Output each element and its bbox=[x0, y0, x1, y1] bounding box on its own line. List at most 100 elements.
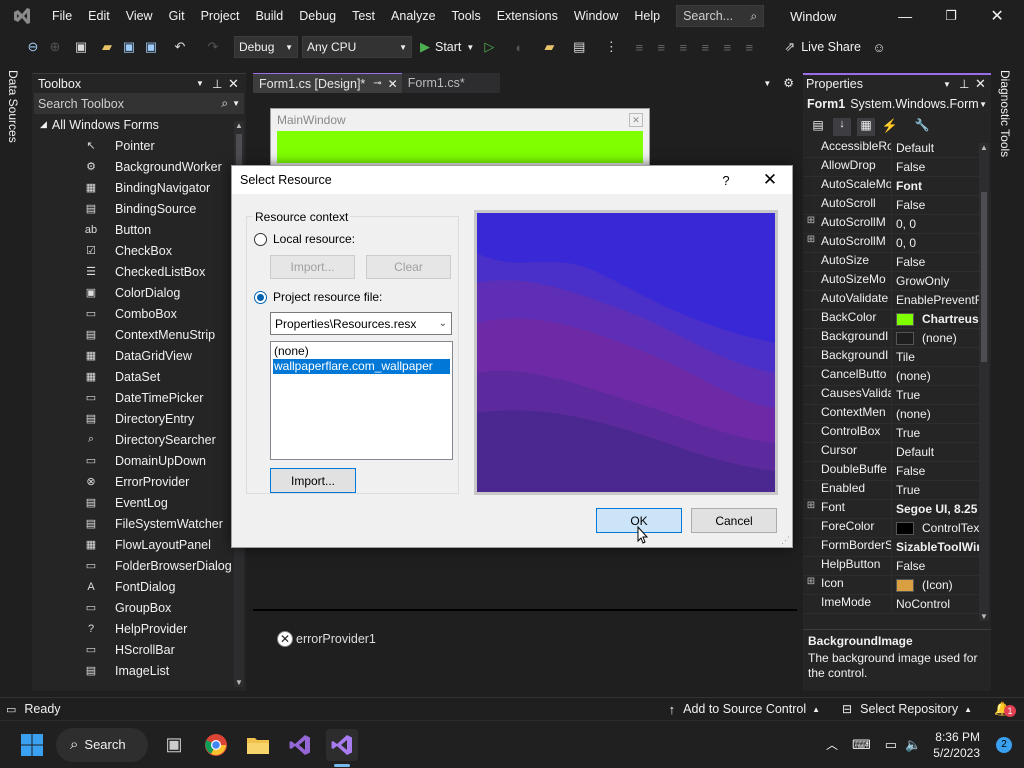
minimize-button[interactable]: — bbox=[882, 8, 928, 24]
align-top-icon[interactable]: ≡ bbox=[694, 36, 716, 58]
property-row[interactable]: FormBorderS SizableToolWin bbox=[803, 538, 979, 557]
align-left-icon[interactable]: ≡ bbox=[628, 36, 650, 58]
toolbox-item[interactable]: ⊗ ErrorProvider bbox=[32, 471, 246, 492]
property-row[interactable]: ControlBox True bbox=[803, 424, 979, 443]
tab-form1-design[interactable]: Form1.cs [Design]* ⊸ ✕ bbox=[253, 73, 402, 93]
toolbox-item[interactable]: ▤ EventLog bbox=[32, 492, 246, 513]
property-value-cell[interactable]: Default bbox=[891, 443, 979, 461]
menu-file[interactable]: File bbox=[44, 0, 80, 32]
toolbox-item[interactable]: ? HelpProvider bbox=[32, 618, 246, 639]
toolbox-item[interactable]: ▭ ComboBox bbox=[32, 303, 246, 324]
toolbox-item[interactable]: ▭ HScrollBar bbox=[32, 639, 246, 660]
scroll-up-icon[interactable]: ▲ bbox=[234, 121, 244, 130]
menu-tools[interactable]: Tools bbox=[444, 0, 489, 32]
feedback-icon[interactable]: ☺ bbox=[861, 36, 897, 58]
local-resource-radio[interactable]: Local resource: bbox=[254, 232, 355, 246]
maximize-button[interactable]: ❐ bbox=[928, 8, 974, 24]
toolbox-item[interactable]: ☑ CheckBox bbox=[32, 240, 246, 261]
scroll-thumb[interactable] bbox=[981, 192, 987, 362]
events-icon[interactable]: ⚡ bbox=[881, 118, 899, 136]
property-row[interactable]: AutoScaleMo Font bbox=[803, 177, 979, 196]
property-value-cell[interactable]: (Icon) bbox=[891, 576, 979, 594]
pin-icon[interactable]: ⊸ bbox=[373, 78, 381, 89]
scroll-down-icon[interactable]: ▼ bbox=[979, 612, 989, 621]
dropdown-icon[interactable]: ▼ bbox=[196, 79, 212, 88]
pin-icon[interactable]: ⊥ bbox=[212, 77, 228, 91]
property-row[interactable]: HelpButton False bbox=[803, 557, 979, 576]
select-repository-button[interactable]: ⊟ Select Repository ▲ bbox=[842, 702, 972, 716]
property-value-cell[interactable]: 0, 0 bbox=[891, 234, 979, 252]
resx-dropdown[interactable]: Properties\Resources.resx ⌄ bbox=[270, 312, 452, 335]
property-row[interactable]: ContextMen (none) bbox=[803, 405, 979, 424]
property-row[interactable]: AutoScroll False bbox=[803, 196, 979, 215]
toolbox-item[interactable]: ▭ DateTimePicker bbox=[32, 387, 246, 408]
toolbox-category[interactable]: ◢ All Windows Forms bbox=[32, 114, 246, 135]
clear-button[interactable]: Clear bbox=[366, 255, 451, 279]
toolbox-item[interactable]: ▣ ColorDialog bbox=[32, 282, 246, 303]
project-resource-radio[interactable]: Project resource file: bbox=[254, 290, 382, 304]
property-row[interactable]: ForeColor ControlTex bbox=[803, 519, 979, 538]
menu-edit[interactable]: Edit bbox=[80, 0, 118, 32]
forward-icon[interactable]: ⊕ bbox=[44, 36, 66, 58]
align-middle-icon[interactable]: ≡ bbox=[716, 36, 738, 58]
cancel-button[interactable]: Cancel bbox=[691, 508, 777, 533]
toolbox-item[interactable]: ⌕ DirectorySearcher bbox=[32, 429, 246, 450]
properties-scrollbar[interactable]: ▲ ▼ bbox=[979, 143, 989, 621]
tab-list-dropdown-icon[interactable]: ▼ bbox=[763, 79, 771, 88]
resource-list-item[interactable]: wallpaperflare.com_wallpaper bbox=[273, 359, 450, 374]
properties-icon[interactable]: ▦ bbox=[857, 118, 875, 136]
property-value-cell[interactable]: GrowOnly bbox=[891, 272, 979, 290]
local-import-button[interactable]: Import... bbox=[270, 255, 355, 279]
property-value-cell[interactable]: 0, 0 bbox=[891, 215, 979, 233]
align-center-icon[interactable]: ≡ bbox=[650, 36, 672, 58]
property-row[interactable]: AccessibleRo Default bbox=[803, 139, 979, 158]
folder-icon[interactable]: ▰ bbox=[534, 36, 564, 58]
property-value-cell[interactable]: Default bbox=[891, 139, 979, 157]
toolbox-item[interactable]: A FontDialog bbox=[32, 576, 246, 597]
toolbox-item[interactable]: ▭ DomainUpDown bbox=[32, 450, 246, 471]
property-value-cell[interactable]: EnablePreventF bbox=[891, 291, 979, 309]
property-row[interactable]: BackgroundI Tile bbox=[803, 348, 979, 367]
property-row[interactable]: ⊞ Font Segoe UI, 8.25 bbox=[803, 500, 979, 519]
toolbox-item[interactable]: ▤ ImageList bbox=[32, 660, 246, 681]
toolbox-item[interactable]: ▤ FileSystemWatcher bbox=[32, 513, 246, 534]
vs-logo-icon[interactable] bbox=[0, 6, 44, 26]
object-selector[interactable]: Form1 System.Windows.Forms ▼ bbox=[803, 93, 991, 115]
scroll-up-icon[interactable]: ▲ bbox=[979, 143, 989, 152]
toolbox-item[interactable]: ▦ BindingNavigator bbox=[32, 177, 246, 198]
resource-list[interactable]: (none) wallpaperflare.com_wallpaper bbox=[270, 341, 453, 460]
property-value-cell[interactable]: True bbox=[891, 481, 979, 499]
notification-badge[interactable]: 2 bbox=[996, 736, 1012, 753]
live-share-button[interactable]: ⇗ Live Share bbox=[784, 36, 861, 58]
expand-icon[interactable]: ⊞ bbox=[803, 576, 819, 594]
diagnostic-tools-tab[interactable]: Diagnostic Tools bbox=[998, 70, 1018, 166]
property-value-cell[interactable]: (none) bbox=[891, 329, 979, 347]
property-value-cell[interactable]: True bbox=[891, 424, 979, 442]
property-value-cell[interactable]: Tile bbox=[891, 348, 979, 366]
toolbox-item[interactable]: ▦ FlowLayoutPanel bbox=[32, 534, 246, 555]
property-value-cell[interactable]: Font bbox=[891, 177, 979, 195]
property-row[interactable]: CancelButto (none) bbox=[803, 367, 979, 386]
expand-icon[interactable]: ⊞ bbox=[803, 500, 819, 518]
menu-project[interactable]: Project bbox=[193, 0, 248, 32]
taskbar-search[interactable]: ⌕ Search bbox=[56, 727, 148, 762]
toolbox-item[interactable]: ↖ Pointer bbox=[32, 135, 246, 156]
keyboard-icon[interactable]: ⌨ bbox=[852, 737, 871, 753]
notifications-button[interactable]: 🔔 1 bbox=[994, 701, 1018, 717]
menu-git[interactable]: Git bbox=[161, 0, 193, 32]
property-value-cell[interactable]: (none) bbox=[891, 367, 979, 385]
scroll-down-icon[interactable]: ▼ bbox=[234, 678, 244, 687]
help-button[interactable]: ? bbox=[704, 173, 748, 188]
configuration-dropdown[interactable]: Debug ▼ bbox=[234, 36, 298, 58]
expand-icon[interactable]: ⊞ bbox=[803, 234, 819, 252]
data-sources-tab[interactable]: Data Sources bbox=[6, 70, 26, 160]
property-row[interactable]: AutoSizeMo GrowOnly bbox=[803, 272, 979, 291]
save-all-icon[interactable]: ▣ bbox=[140, 36, 162, 58]
menu-window[interactable]: Window bbox=[566, 0, 626, 32]
tab-order-icon[interactable]: ⋮ bbox=[594, 36, 628, 58]
toolbox-item[interactable]: ☰ CheckedListBox bbox=[32, 261, 246, 282]
property-value-cell[interactable]: True bbox=[891, 386, 979, 404]
property-value-cell[interactable]: Chartreuse bbox=[891, 310, 979, 328]
property-row[interactable]: BackgroundI (none) bbox=[803, 329, 979, 348]
file-explorer-icon[interactable] bbox=[242, 729, 274, 761]
